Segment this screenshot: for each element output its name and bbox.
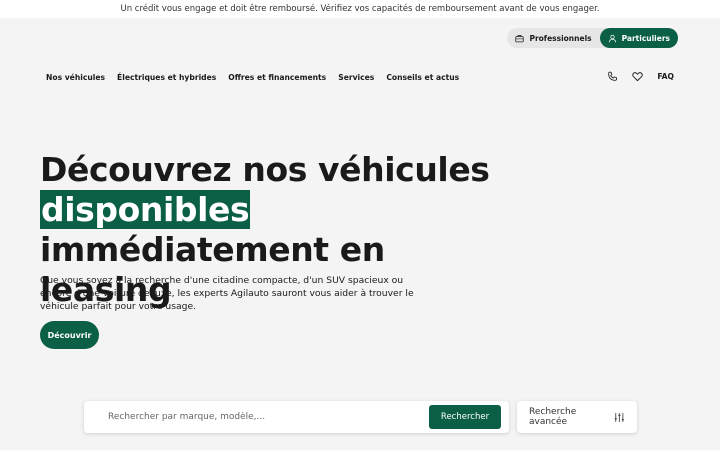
professionals-label: Professionnels [529, 33, 592, 43]
phone-icon [608, 71, 618, 81]
advanced-search-label: Recherche avancée [529, 407, 577, 427]
audience-switch: Professionnels Particuliers [507, 28, 678, 48]
briefcase-icon [515, 34, 525, 42]
advanced-search-button[interactable]: Recherche avancée [517, 401, 637, 433]
search-button[interactable]: Rechercher [429, 405, 501, 429]
individuals-label: Particuliers [621, 33, 670, 43]
nav-item-vehicles[interactable]: Nos véhicules [46, 73, 105, 82]
nav-item-electric-hybrid[interactable]: Électriques et hybrides [117, 73, 216, 82]
hero-title-part-1: Découvrez nos véhicules [40, 150, 490, 189]
search-input[interactable] [84, 401, 429, 433]
user-icon [608, 34, 616, 42]
main-nav: Nos véhicules Électriques et hybrides Of… [46, 73, 459, 82]
individuals-button[interactable]: Particuliers [599, 28, 678, 48]
faq-link[interactable]: FAQ [657, 72, 674, 81]
hero-title-highlight: disponibles [40, 190, 251, 229]
professionals-button[interactable]: Professionnels [507, 28, 599, 48]
phone-button[interactable] [607, 71, 618, 82]
nav-item-services[interactable]: Services [338, 73, 374, 82]
nav-item-advice[interactable]: Conseils et actus [386, 73, 459, 82]
sliders-icon [615, 412, 625, 422]
hero-description: Que vous soyez à la recherche d'une cita… [40, 275, 414, 312]
heart-icon [632, 72, 644, 82]
favorites-button[interactable] [632, 71, 644, 82]
nav-utilities: FAQ [607, 71, 674, 82]
credit-disclaimer: Un crédit vous engage et doit être rembo… [0, 0, 720, 18]
nav-item-offers[interactable]: Offres et financements [228, 73, 326, 82]
search-bar: Rechercher [84, 401, 509, 433]
discover-button[interactable]: Découvrir [40, 321, 99, 349]
